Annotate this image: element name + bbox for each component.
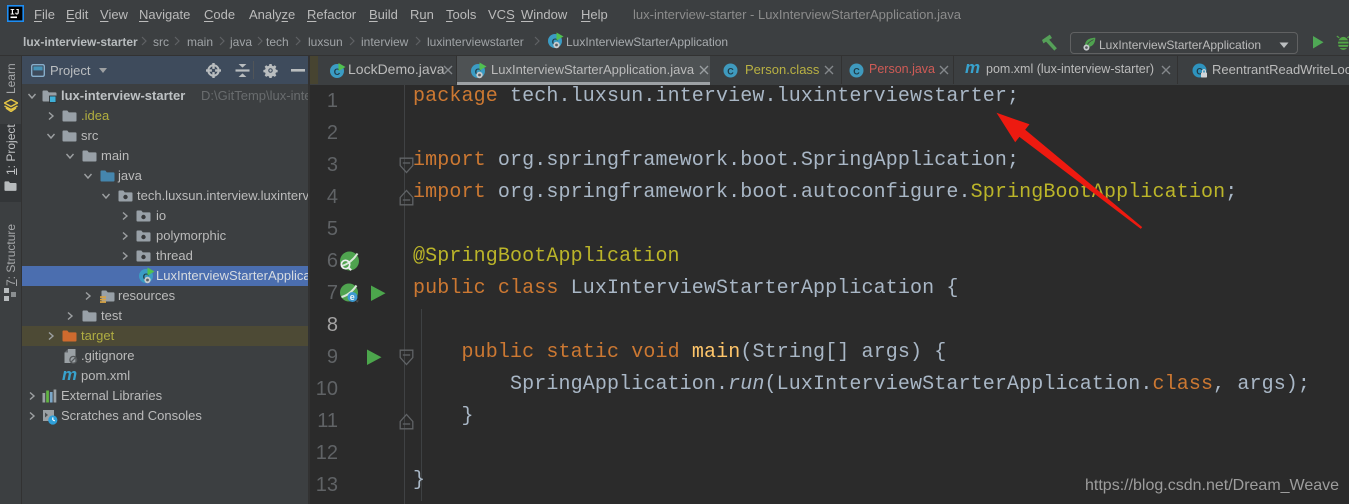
svg-text:IJ: IJ: [10, 9, 20, 18]
svg-text:e: e: [350, 292, 355, 302]
svg-text:C: C: [853, 66, 860, 76]
svg-text:C: C: [727, 66, 734, 76]
